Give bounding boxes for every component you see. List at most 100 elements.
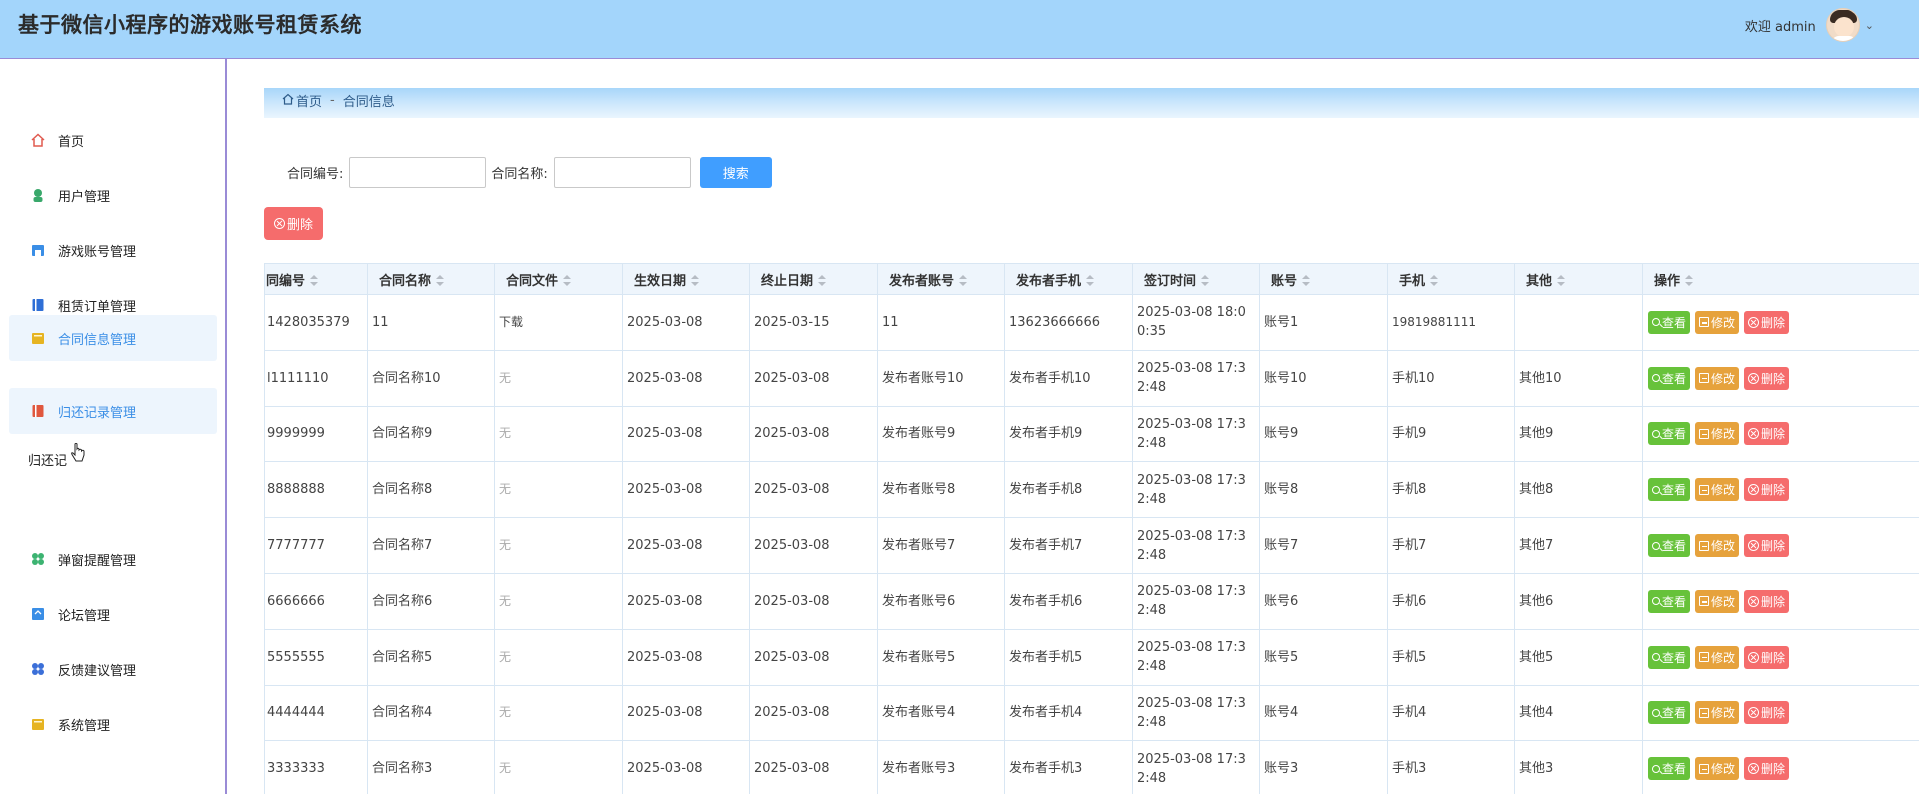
table-cell: 账号9 <box>1259 405 1388 463</box>
table-cell: 2025-03-08 17:32:48 <box>1132 405 1260 463</box>
view-button[interactable]: 查看 <box>1648 645 1691 669</box>
avatar[interactable] <box>1825 8 1860 42</box>
table-cell: 5555555 <box>264 628 368 686</box>
welcome-text: 欢迎 admin <box>1744 19 1816 35</box>
sidebar-item-returns[interactable]: 归还记录管理 <box>9 388 217 434</box>
edit-button[interactable]: 修改 <box>1695 422 1740 446</box>
table-cell: 发布者手机4 <box>1004 684 1133 742</box>
close-circle-icon <box>273 218 285 229</box>
edit-button[interactable]: 修改 <box>1695 645 1740 669</box>
top-header: 基于微信小程序的游戏账号租赁系统 欢迎 admin ⌄ <box>0 0 1919 59</box>
sidebar-item-game-accounts[interactable]: 游戏账号管理 <box>9 227 217 273</box>
delete-button[interactable]: 删除 <box>1744 310 1790 334</box>
delete-button[interactable]: 删除 <box>1744 589 1790 613</box>
table-cell: 其他3 <box>1514 740 1643 794</box>
edit-button[interactable]: 修改 <box>1695 478 1740 502</box>
table-row: 4444444 合同名称4 无 2025-03-08 2025-03-08 发布者账号4 发… <box>264 684 1919 742</box>
column-header[interactable]: 账号 <box>1259 263 1388 295</box>
edit-button[interactable]: 修改 <box>1695 534 1740 558</box>
table-row: 9999999 合同名称9 无 2025-03-08 2025-03-08 发布者账号9 发… <box>264 405 1919 463</box>
view-button[interactable]: 查看 <box>1648 310 1691 334</box>
table-cell: 发布者账号9 <box>877 405 1005 463</box>
breadcrumb-bar: 首页 - 合同信息 <box>264 88 1919 118</box>
view-button[interactable]: 查看 <box>1648 366 1691 390</box>
settings-folder-icon <box>31 717 45 731</box>
table-cell: 其他9 <box>1514 405 1643 463</box>
edit-button-label: 修改 <box>1711 762 1736 777</box>
column-header[interactable]: 合同名称 <box>367 263 495 295</box>
table-cell: 无 <box>494 628 623 686</box>
delete-button[interactable]: 删除 <box>1744 478 1790 502</box>
delete-button[interactable]: 删除 <box>1744 645 1790 669</box>
contract-no-input[interactable] <box>349 156 487 188</box>
batch-delete-button[interactable]: 删除 <box>264 207 323 240</box>
column-header[interactable]: 合同文件 <box>494 263 623 295</box>
table-row: 8888888 合同名称8 无 2025-03-08 2025-03-08 发布者账号8 发… <box>264 461 1919 519</box>
row-actions: 查看 修改 删除 <box>1642 294 1919 351</box>
table-cell: 发布者手机6 <box>1004 572 1133 630</box>
table-cell: 其他4 <box>1514 684 1643 742</box>
delete-button[interactable]: 删除 <box>1744 701 1790 725</box>
edit-button-label: 修改 <box>1711 706 1736 721</box>
column-header[interactable]: 同编号 <box>264 263 368 295</box>
close-circle-icon <box>1748 595 1760 607</box>
edit-button[interactable]: 修改 <box>1695 310 1740 334</box>
edit-button[interactable]: 修改 <box>1695 366 1740 390</box>
sidebar-item-popup-reminders[interactable]: 弹窗提醒管理 <box>9 536 217 582</box>
edit-button[interactable]: 修改 <box>1695 701 1740 725</box>
sidebar-item-home[interactable]: 首页 <box>9 117 217 163</box>
close-circle-icon <box>1748 651 1760 663</box>
edit-icon <box>1699 652 1710 663</box>
home-icon[interactable] <box>282 93 294 109</box>
table-cell: 2025-03-08 <box>622 405 750 463</box>
search-button[interactable]: 搜索 <box>699 156 772 188</box>
column-header[interactable]: 发布者账号 <box>877 263 1005 295</box>
contract-name-input[interactable] <box>553 156 691 188</box>
sidebar-item-feedback[interactable]: 反馈建议管理 <box>9 646 217 692</box>
user-menu[interactable]: 欢迎 admin ⌄ <box>1745 8 1874 42</box>
sidebar-item-system[interactable]: 系统管理 <box>9 701 217 747</box>
breadcrumb-home[interactable]: 首页 <box>296 91 322 110</box>
column-header[interactable]: 操作 <box>1642 263 1919 295</box>
row-actions: 查看 修改 删除 <box>1642 405 1919 463</box>
column-header[interactable]: 发布者手机 <box>1004 263 1133 295</box>
table-row: 5555555 合同名称5 无 2025-03-08 2025-03-08 发布者账号5 发… <box>264 628 1919 686</box>
column-header[interactable]: 终止日期 <box>749 263 878 295</box>
table-cell: 2025-03-08 17:32:48 <box>1132 684 1260 742</box>
table-cell: 2025-03-08 <box>749 517 878 574</box>
column-header[interactable]: 其他 <box>1514 263 1643 295</box>
table-cell: 发布者手机7 <box>1004 517 1133 574</box>
view-button[interactable]: 查看 <box>1648 757 1691 781</box>
table-cell[interactable]: 下载 <box>494 294 623 351</box>
view-button[interactable]: 查看 <box>1648 701 1691 725</box>
table-cell <box>1514 294 1643 351</box>
close-circle-icon <box>1748 540 1760 552</box>
row-actions: 查看 修改 删除 <box>1642 740 1919 794</box>
column-header[interactable]: 签订时间 <box>1132 263 1260 295</box>
sidebar-item-contracts[interactable]: 合同信息管理 <box>9 315 217 361</box>
edit-icon <box>1699 317 1710 328</box>
view-button[interactable]: 查看 <box>1648 589 1691 613</box>
delete-button[interactable]: 删除 <box>1744 422 1790 446</box>
edit-button-label: 修改 <box>1711 650 1736 665</box>
table-cell: 2025-03-08 <box>622 461 750 519</box>
column-header[interactable]: 手机 <box>1387 263 1515 295</box>
sidebar-item-label: 归还记录管理 <box>58 405 137 421</box>
view-button[interactable]: 查看 <box>1648 422 1691 446</box>
delete-button[interactable]: 删除 <box>1744 534 1790 558</box>
sidebar-item-label: 系统管理 <box>58 718 111 734</box>
view-button-label: 查看 <box>1662 427 1687 442</box>
clover-icon <box>31 552 45 566</box>
delete-button[interactable]: 删除 <box>1744 757 1790 781</box>
sidebar-item-users[interactable]: 用户管理 <box>9 172 217 218</box>
delete-button[interactable]: 删除 <box>1744 366 1790 390</box>
view-button[interactable]: 查看 <box>1648 534 1691 558</box>
column-header[interactable]: 生效日期 <box>622 263 750 295</box>
table-cell: 发布者手机8 <box>1004 461 1133 519</box>
view-button[interactable]: 查看 <box>1648 478 1691 502</box>
search-form: 合同编号: 合同名称: 搜索 <box>264 156 772 188</box>
sidebar-item-forum[interactable]: 论坛管理 <box>9 591 217 637</box>
edit-button[interactable]: 修改 <box>1695 589 1740 613</box>
chevron-down-icon[interactable]: ⌄ <box>1865 19 1874 32</box>
edit-button[interactable]: 修改 <box>1695 757 1740 781</box>
